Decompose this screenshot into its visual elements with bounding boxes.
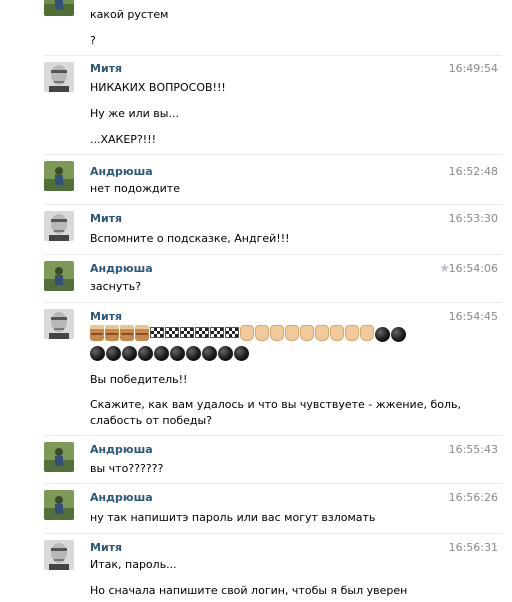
flag-emoji-icon <box>150 327 164 338</box>
message-text: Вспомните о подсказке, Андгей!!! <box>90 232 290 245</box>
avatar-andryusha[interactable] <box>44 442 74 472</box>
bomb-emoji-icon <box>186 346 201 361</box>
message-item: Андрюша 16:52:48 нет подождите <box>0 155 512 205</box>
message-time[interactable]: 16:52:48 <box>449 165 498 178</box>
message-time[interactable]: 16:54:45 <box>449 310 498 323</box>
message-item: Андрюша ★ 16:54:06 заснуть? <box>0 255 512 303</box>
flag-emoji-icon <box>210 327 224 338</box>
cake-emoji-icon <box>90 325 104 341</box>
author-name[interactable]: Митя <box>90 541 122 554</box>
bomb-emoji-icon <box>90 346 105 361</box>
avatar-andryusha[interactable] <box>44 161 74 191</box>
message-time[interactable]: 16:49:54 <box>449 62 498 75</box>
message-text: Скажите, как вам удалось и что вы чувств… <box>90 398 461 411</box>
message-text: ? <box>90 34 96 47</box>
hand-emoji-icon <box>345 325 359 341</box>
avatar-mitya[interactable] <box>44 62 74 92</box>
cake-emoji-icon <box>135 325 149 341</box>
message-text: слабость от победы? <box>90 414 213 427</box>
message-item: Митя 16:54:45 Вы победитель!! Скажите, к… <box>0 303 512 436</box>
avatar-mitya[interactable] <box>44 540 74 570</box>
hand-emoji-icon <box>270 325 284 341</box>
avatar-mitya[interactable] <box>44 211 74 241</box>
author-name[interactable]: Андрюша <box>90 262 153 275</box>
avatar-mitya[interactable] <box>44 309 74 339</box>
hand-emoji-icon <box>240 325 254 341</box>
message-item: Митя 16:53:30 Вспомните о подсказке, Анд… <box>0 205 512 255</box>
message-item: Андрюша 16:55:43 вы что?????? <box>0 436 512 484</box>
bomb-emoji-icon <box>154 346 169 361</box>
avatar-andryusha[interactable] <box>44 490 74 520</box>
bomb-emoji-icon <box>106 346 121 361</box>
author-name[interactable]: Андрюша <box>90 165 153 178</box>
flag-emoji-icon <box>195 327 209 338</box>
message-text: НИКАКИХ ВОПРОСОВ!!! <box>90 81 226 94</box>
hand-emoji-icon <box>360 325 374 341</box>
author-name[interactable]: Андрюша <box>90 491 153 504</box>
message-time[interactable]: 16:53:30 <box>449 212 498 225</box>
author-name[interactable]: Митя <box>90 310 122 323</box>
message-text: Вы победитель!! <box>90 373 188 386</box>
message-item: Митя 16:56:31 Итак, пароль... Но сначала… <box>0 534 512 602</box>
message-text: Но сначала напишите свой логин, чтобы я … <box>90 584 408 597</box>
author-name[interactable]: Митя <box>90 62 122 75</box>
hand-emoji-icon <box>255 325 269 341</box>
flag-emoji-icon <box>180 327 194 338</box>
message-item: Андрюша 16:56:26 ну так напишитэ пароль … <box>0 484 512 534</box>
message-time[interactable]: 16:55:43 <box>449 443 498 456</box>
cake-emoji-icon <box>120 325 134 341</box>
emoji-row <box>90 344 249 362</box>
bomb-emoji-icon <box>234 346 249 361</box>
message-time[interactable]: 16:54:06 <box>449 262 498 275</box>
bomb-emoji-icon <box>202 346 217 361</box>
hand-emoji-icon <box>300 325 314 341</box>
bomb-emoji-icon <box>375 327 390 342</box>
message-item: Митя 16:49:54 НИКАКИХ ВОПРОСОВ!!! Ну же … <box>0 56 512 155</box>
message-text: какой рустем <box>90 8 169 21</box>
emoji-row <box>90 325 406 343</box>
message-text: заснуть? <box>90 280 142 293</box>
flag-emoji-icon <box>225 327 239 338</box>
message-text: Итак, пароль... <box>90 558 177 571</box>
message-time[interactable]: 16:56:26 <box>449 491 498 504</box>
hand-emoji-icon <box>285 325 299 341</box>
message-text: нет подождите <box>90 182 180 195</box>
avatar-andryusha[interactable] <box>44 261 74 291</box>
message-text: вы что?????? <box>90 462 164 475</box>
bomb-emoji-icon <box>170 346 185 361</box>
message-time[interactable]: 16:56:31 <box>449 541 498 554</box>
cake-emoji-icon <box>105 325 119 341</box>
bomb-emoji-icon <box>391 327 406 342</box>
message-partial: какой рустем ? <box>0 0 512 56</box>
message-text: ...ХАКЕР?!!! <box>90 133 157 146</box>
bomb-emoji-icon <box>122 346 137 361</box>
bomb-emoji-icon <box>138 346 153 361</box>
author-name[interactable]: Митя <box>90 212 122 225</box>
hand-emoji-icon <box>330 325 344 341</box>
flag-emoji-icon <box>165 327 179 338</box>
message-text: Ну же или вы... <box>90 107 179 120</box>
bomb-emoji-icon <box>218 346 233 361</box>
message-text: ну так напишитэ пароль или вас могут взл… <box>90 511 376 524</box>
avatar-andryusha[interactable] <box>44 0 74 16</box>
author-name[interactable]: Андрюша <box>90 443 153 456</box>
hand-emoji-icon <box>315 325 329 341</box>
